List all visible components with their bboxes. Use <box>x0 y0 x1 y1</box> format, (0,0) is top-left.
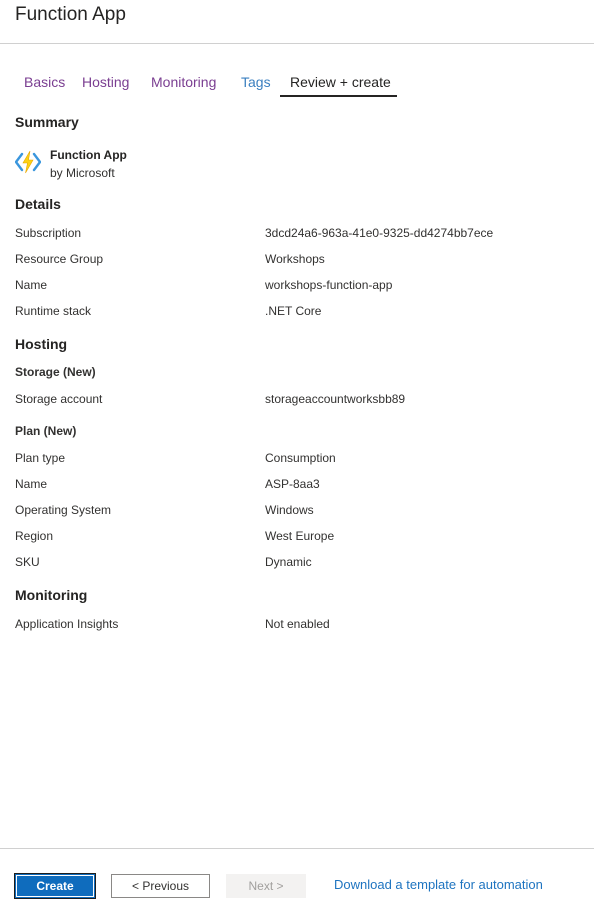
detail-key: Region <box>15 529 54 543</box>
detail-value: workshops-function-app <box>265 278 393 292</box>
detail-key: Resource Group <box>15 252 104 266</box>
detail-row-resource-group: Resource Group Workshops <box>15 252 575 270</box>
details-heading: Details <box>15 196 61 212</box>
detail-value: West Europe <box>265 529 335 543</box>
monitoring-heading: Monitoring <box>15 587 88 603</box>
detail-row-name: Name workshops-function-app <box>15 278 575 296</box>
previous-button[interactable]: < Previous <box>111 874 210 898</box>
detail-row-runtime-stack: Runtime stack .NET Core <box>15 304 575 322</box>
hosting-heading: Hosting <box>15 336 68 352</box>
detail-value: storageaccountworksbb89 <box>265 392 406 406</box>
tab-monitoring[interactable]: Monitoring <box>151 74 216 96</box>
detail-row-subscription: Subscription 3dcd24a6-963a-41e0-9325-dd4… <box>15 226 575 244</box>
detail-value: Windows <box>265 503 314 517</box>
app-publisher: by Microsoft <box>50 166 115 180</box>
detail-key: Name <box>15 477 48 491</box>
detail-value: .NET Core <box>265 304 322 318</box>
hosting-row-sku: SKU Dynamic <box>15 555 575 573</box>
app-name: Function App <box>50 148 127 162</box>
plan-subheading: Plan (New) <box>15 424 77 438</box>
tab-review-create[interactable]: Review + create <box>290 74 391 96</box>
detail-key: Plan type <box>15 451 66 465</box>
next-button[interactable]: Next > <box>226 874 306 898</box>
detail-key: SKU <box>15 555 40 569</box>
tab-tags[interactable]: Tags <box>241 74 271 96</box>
detail-key: Operating System <box>15 503 112 517</box>
detail-value: 3dcd24a6-963a-41e0-9325-dd4274bb7ece <box>265 226 494 240</box>
detail-value: Workshops <box>265 252 325 266</box>
detail-value: Consumption <box>265 451 336 465</box>
detail-key: Application Insights <box>15 617 119 631</box>
detail-key: Runtime stack <box>15 304 92 318</box>
detail-value: Dynamic <box>265 555 312 569</box>
footer-divider <box>0 848 594 849</box>
summary-heading: Summary <box>15 114 79 130</box>
storage-subheading: Storage (New) <box>15 365 96 379</box>
hosting-row-plan-type: Plan type Consumption <box>15 451 575 469</box>
detail-key: Name <box>15 278 48 292</box>
hosting-row-storage-account: Storage account storageaccountworksbb89 <box>15 392 575 410</box>
tab-hosting[interactable]: Hosting <box>82 74 129 96</box>
page-title: Function App <box>15 4 126 25</box>
tab-basics[interactable]: Basics <box>24 74 65 96</box>
hosting-row-operating-system: Operating System Windows <box>15 503 575 521</box>
monitoring-row-app-insights: Application Insights Not enabled <box>15 617 575 635</box>
detail-value: Not enabled <box>265 617 330 631</box>
hosting-row-region: Region West Europe <box>15 529 575 547</box>
hosting-row-plan-name: Name ASP-8aa3 <box>15 477 575 495</box>
active-tab-underline <box>280 95 397 97</box>
function-lightning-icon <box>15 150 41 174</box>
download-template-link[interactable]: Download a template for automation <box>334 877 543 892</box>
detail-key: Subscription <box>15 226 82 240</box>
detail-value: ASP-8aa3 <box>265 477 320 491</box>
detail-key: Storage account <box>15 392 103 406</box>
title-divider <box>0 43 594 44</box>
create-button[interactable]: Create <box>15 874 95 898</box>
